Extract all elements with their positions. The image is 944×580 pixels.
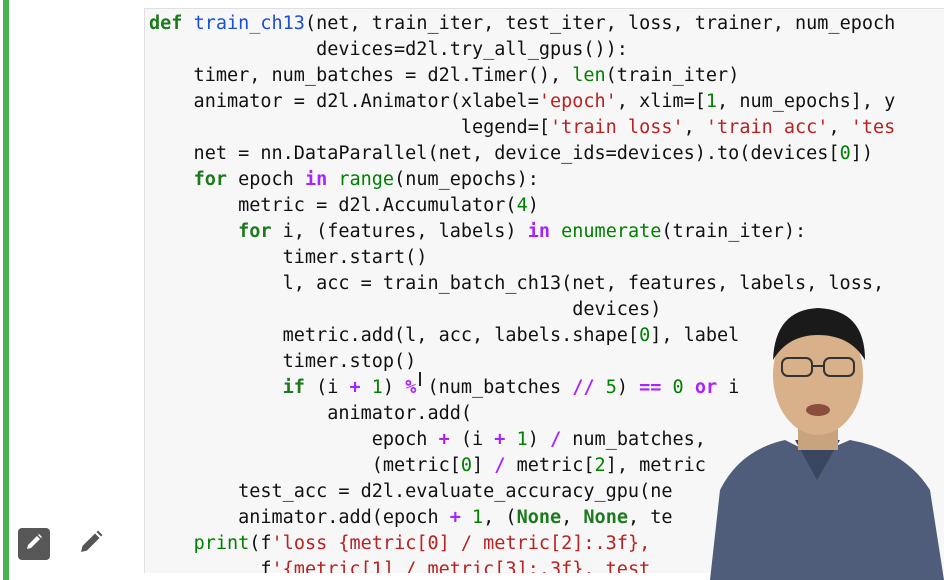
text-cursor — [419, 372, 421, 386]
code-line: net = nn.DataParallel(net, device_ids=de… — [149, 143, 873, 164]
code-line: devices) — [149, 299, 662, 320]
pencil-icon — [24, 532, 44, 557]
presenter-video-overlay — [690, 290, 944, 580]
code-line: for epoch in range(num_epochs): — [193, 169, 539, 190]
keyword-def: def — [149, 13, 183, 34]
edit-mode-button[interactable] — [18, 528, 50, 560]
code-line: if (i + 1) % (num_batches // 5) == 0 or … — [282, 377, 740, 398]
code-line: devices=d2l.try_all_gpus()): — [149, 39, 628, 60]
code-line: f'{metric[1] / metric[3]:.3f}, test — [149, 559, 651, 573]
code-line: def train_ch13(net, train_iter, test_ite… — [149, 13, 896, 34]
code-line: test_acc = d2l.evaluate_accuracy_gpu(ne — [149, 481, 673, 502]
cell-gutter — [9, 0, 144, 580]
code-line: print(f'loss {metric[0] / metric[2]:.3f}… — [193, 533, 651, 554]
code-line: metric = d2l.Accumulator(4) — [149, 195, 539, 216]
code-line: timer.stop() — [149, 351, 417, 372]
code-line: (metric[0] / metric[2], metric — [149, 455, 706, 476]
edit-button[interactable] — [75, 528, 107, 560]
code-line: timer.start() — [149, 247, 428, 268]
code-line: timer, num_batches = d2l.Timer(), len(tr… — [149, 65, 740, 86]
code-line: legend=['train loss', 'train acc', 'tes — [149, 117, 896, 138]
pencil-icon — [77, 528, 105, 561]
code-line: epoch + (i + 1) / num_batches, — [149, 429, 706, 450]
code-line: animator.add(epoch + 1, (None, None, te — [149, 507, 673, 528]
code-line: animator.add( — [149, 403, 473, 424]
code-line: for i, (features, labels) in enumerate(t… — [238, 221, 807, 242]
function-name: train_ch13 — [193, 13, 305, 34]
notebook-page: def train_ch13(net, train_iter, test_ite… — [0, 0, 944, 580]
code-line: metric.add(l, acc, labels.shape[0], labe… — [149, 325, 740, 346]
code-line: animator = d2l.Animator(xlabel='epoch', … — [149, 91, 896, 112]
